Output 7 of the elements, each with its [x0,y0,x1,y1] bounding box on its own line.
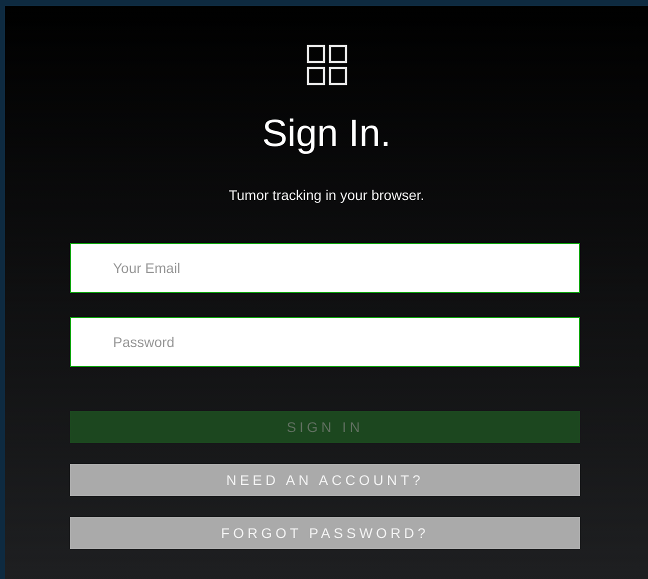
input-field[interactable]: Password [70,317,580,367]
subtitle: Tumor tracking in your browser. [228,186,424,204]
link-button[interactable]: NEED AN ACCOUNT? [70,464,580,496]
page-title: Sign In. [262,112,391,156]
input-field[interactable]: Your Email [70,243,580,293]
grid-icon [306,44,348,86]
link-button[interactable]: FORGOT PASSWORD? [70,517,580,549]
